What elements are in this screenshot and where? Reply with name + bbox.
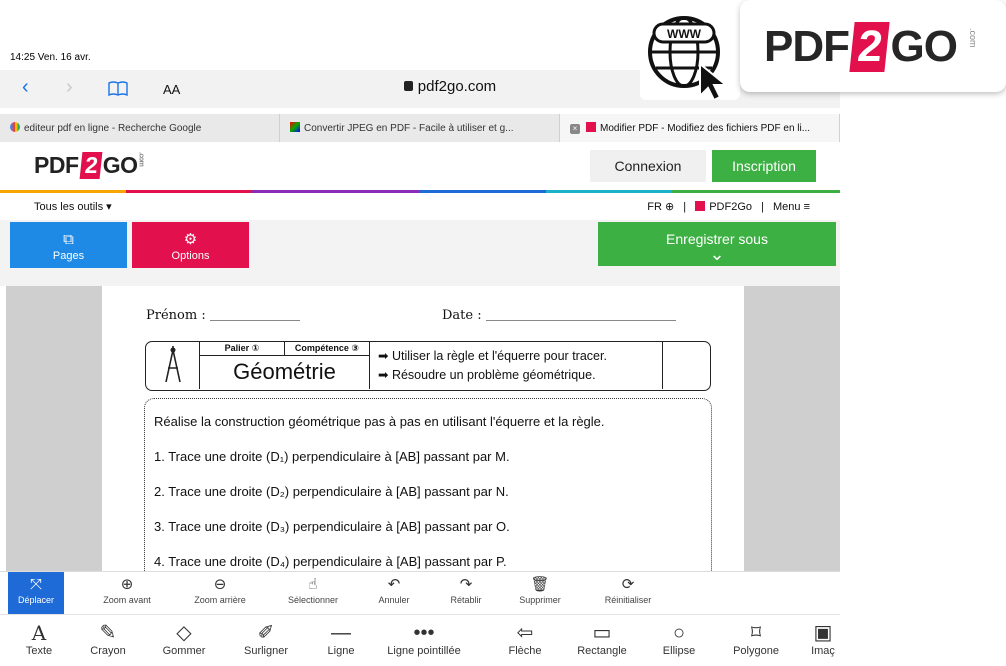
screen: 14:25 Ven. 16 avr. ‹ › AA pdf2go.com edi… (0, 0, 1006, 666)
polygon-tool[interactable]: ⌑ Polygone (724, 615, 788, 666)
svg-text:WWW: WWW (667, 27, 702, 41)
score-cell (662, 342, 710, 389)
menu-button[interactable]: Menu ≡ (773, 201, 810, 213)
url-text: pdf2go.com (417, 78, 497, 95)
line-tool[interactable]: — Ligne (316, 615, 366, 666)
back-icon[interactable]: ‹ (22, 76, 29, 99)
www-globe-icon: WWW (640, 8, 740, 102)
rainbow-divider (0, 190, 840, 193)
text-icon: A (31, 621, 47, 645)
pdf2go-watermark-logo: PDF 2 GO .com (740, 0, 1006, 92)
arrow-tool[interactable]: ⇦ Flèche (500, 615, 550, 666)
move-icon: ⤧ (29, 576, 42, 593)
prenom-field: Prénom : (146, 308, 300, 323)
text-tool[interactable]: A Texte (14, 615, 64, 666)
viewer-spacer (0, 272, 840, 286)
ellipse-tool[interactable]: ○ Ellipse (654, 615, 704, 666)
zoom-in-icon: ⊕ (120, 576, 134, 593)
site-header: PDF 2 GO.com Connexion Inscription (0, 142, 840, 190)
reader-aa-button[interactable]: AA (163, 82, 180, 97)
forward-icon[interactable]: › (66, 76, 73, 99)
zoom-out-tool[interactable]: ⊖ Zoom arrière (182, 572, 258, 614)
instruction-step: 1. Trace une droite (D₁) perpendiculaire… (154, 449, 510, 464)
line-icon: — (331, 622, 351, 644)
close-tab-icon[interactable]: × (570, 124, 580, 134)
zoom-in-tool[interactable]: ⊕ Zoom avant (92, 572, 162, 614)
select-tool[interactable]: ☝ Sélectionner (280, 572, 346, 614)
worksheet-header: Palier ① Compétence ③ Géométrie ➡ Utilise… (145, 341, 711, 391)
instruction-step: 2. Trace une droite (D₂) perpendiculaire… (154, 484, 509, 499)
undo-icon: ↶ (387, 576, 401, 593)
pdf-page[interactable]: Prénom : Date : Palier ① Compétence ③ Géo… (102, 286, 744, 571)
action-band: ⧉ Pages ⚙ Options Enregistrer sous ⌄ (0, 220, 840, 272)
pdf2go-favicon-icon (586, 122, 596, 132)
instruction-step: 3. Trace une droite (D₃) perpendiculaire… (154, 519, 510, 534)
undo-tool[interactable]: ↶ Annuler (366, 572, 422, 614)
browser-tab[interactable]: editeur pdf en ligne - Recherche Google (0, 114, 280, 142)
google-favicon-icon (10, 122, 20, 132)
address-bar[interactable]: pdf2go.com (320, 78, 580, 95)
rectangle-icon: ▭ (592, 622, 612, 644)
site-favicon-icon (290, 122, 300, 132)
image-icon: ▣ (813, 622, 833, 644)
language-selector[interactable]: FR ⊕ (647, 201, 674, 213)
ellipse-icon: ○ (672, 622, 686, 644)
rectangle-tool[interactable]: ▭ Rectangle (570, 615, 634, 666)
pencil-icon: ✎ (99, 622, 117, 644)
signup-button[interactable]: Inscription (712, 150, 816, 182)
reset-tool[interactable]: ⟳ Réinitialiser (596, 572, 660, 614)
compass-icon (146, 342, 200, 389)
reset-icon: ⟳ (621, 576, 635, 593)
eraser-icon: ◇ (176, 622, 192, 644)
pages-button[interactable]: ⧉ Pages (10, 222, 127, 268)
worksheet-title: Géométrie (233, 359, 336, 384)
delete-tool[interactable]: 🗑 Supprimer (510, 572, 570, 614)
palier-label: Palier ① (200, 342, 285, 355)
gear-icon: ⚙ (183, 230, 198, 248)
zoom-out-icon: ⊖ (213, 576, 227, 593)
pages-icon: ⧉ (63, 230, 74, 248)
view-toolbar: ⤧ Déplacer ⊕ Zoom avant ⊖ Zoom arrière ☝ Sél… (0, 571, 840, 614)
tools-nav: Tous les outils ▾ FR ⊕ | PDF2Go | Menu ≡ (0, 194, 840, 220)
login-button[interactable]: Connexion (590, 150, 706, 182)
competence-label: Compétence ③ (294, 343, 360, 353)
browser-tab[interactable]: Convertir JPEG en PDF - Facile à utilise… (280, 114, 560, 142)
pencil-tool[interactable]: ✎ Crayon (82, 615, 134, 666)
redo-tool[interactable]: ↷ Rétablir (438, 572, 494, 614)
arrow-icon: ⇦ (516, 622, 534, 644)
select-icon: ☝ (308, 576, 318, 593)
trash-icon: 🗑 (530, 576, 550, 593)
pdf2go-link[interactable]: PDF2Go (709, 201, 752, 213)
site-logo[interactable]: PDF 2 GO.com (34, 152, 145, 179)
browser-tabs: editeur pdf en ligne - Recherche Google … (0, 114, 840, 142)
dotted-line-icon: ••• (413, 622, 435, 644)
redo-icon: ↷ (459, 576, 473, 593)
bookmarks-icon[interactable] (108, 81, 128, 96)
document-viewer[interactable]: Prénom : Date : Palier ① Compétence ③ Géo… (6, 286, 840, 571)
status-time: 14:25 Ven. 16 avr. (10, 52, 91, 63)
title-cell: Palier ① Compétence ③ Géométrie (200, 342, 370, 389)
all-tools-menu[interactable]: Tous les outils ▾ (34, 201, 112, 213)
dotted-line-tool[interactable]: ••• Ligne pointillée (372, 615, 476, 666)
drawing-toolbar: A Texte ✎ Crayon ◇ Gommer ✐ Surligner — Ligne… (0, 614, 840, 666)
move-tool[interactable]: ⤧ Déplacer (8, 572, 64, 614)
right-nav: FR ⊕ | PDF2Go | Menu ≡ (647, 201, 810, 213)
polygon-icon: ⌑ (750, 622, 762, 644)
date-field: Date : (442, 308, 676, 323)
objectives: ➡ Utiliser la règle et l'équerre pour tr… (378, 349, 607, 382)
chevron-down-icon: ⌄ (709, 244, 725, 264)
lock-icon (403, 81, 413, 91)
browser-tab-active[interactable]: × Modifier PDF - Modifiez des fichiers PD… (560, 114, 840, 142)
options-button[interactable]: ⚙ Options (132, 222, 249, 268)
eraser-tool[interactable]: ◇ Gommer (156, 615, 212, 666)
highlighter-icon: ✐ (257, 622, 275, 644)
instruction-step: 4. Trace une droite (D₄) perpendiculaire… (154, 554, 507, 569)
pdf2go-small-icon (695, 201, 706, 211)
save-as-button[interactable]: Enregistrer sous ⌄ (598, 222, 836, 266)
highlighter-tool[interactable]: ✐ Surligner (234, 615, 298, 666)
image-tool[interactable]: ▣ Imaç (806, 615, 840, 666)
instructions-intro: Réalise la construction géométrique pas … (154, 414, 605, 429)
